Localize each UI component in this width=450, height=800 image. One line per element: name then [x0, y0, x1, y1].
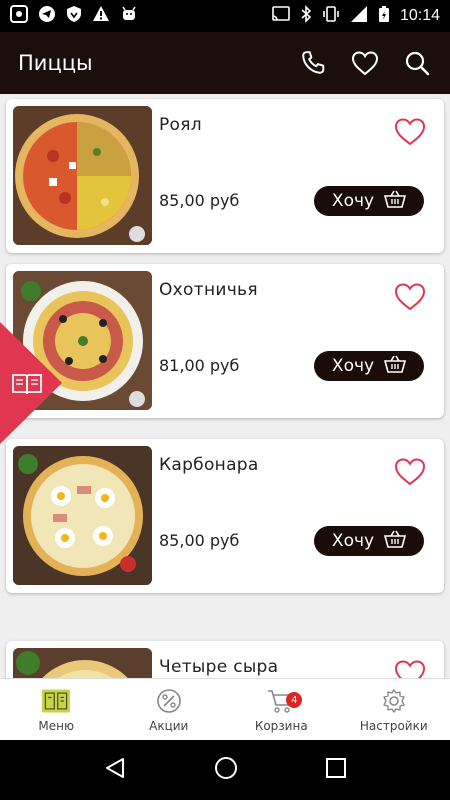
bluetooth-icon	[300, 5, 312, 27]
status-bar: 10:14	[0, 0, 450, 32]
warning-icon	[92, 5, 110, 27]
system-nav-bar	[0, 740, 450, 800]
home-icon[interactable]	[213, 755, 239, 785]
product-list[interactable]: Роял 85,00 руб Хочу Охотничья 81,00 руб …	[0, 94, 450, 678]
phone-icon[interactable]	[298, 48, 328, 78]
product-card[interactable]: Охотничья 81,00 руб Хочу	[6, 264, 444, 418]
nav-item-settings[interactable]: Настройки	[338, 679, 450, 740]
side-menu-tab[interactable]	[0, 322, 62, 444]
app-bar: Пиццы	[0, 32, 450, 94]
cart-badge: 4	[286, 692, 303, 708]
status-time: 10:14	[399, 7, 440, 24]
basket-icon	[384, 355, 407, 378]
want-button-label: Хочу	[331, 356, 375, 376]
shield-icon	[66, 5, 82, 27]
favorites-heart-icon[interactable]	[350, 48, 380, 78]
want-button[interactable]: Хочу	[314, 526, 424, 556]
want-button[interactable]: Хочу	[314, 351, 424, 381]
android-icon	[120, 5, 138, 27]
product-name: Карбонара	[159, 455, 259, 475]
bottom-nav: Меню Акции 4 Корзина Настройки	[0, 678, 450, 740]
product-price: 85,00 руб	[159, 531, 240, 550]
product-name: Четыре сыра	[159, 657, 279, 677]
cart-icon: 4	[266, 686, 303, 716]
nav-label: Меню	[38, 719, 75, 733]
heart-icon[interactable]	[394, 282, 426, 312]
product-name: Роял	[159, 115, 202, 135]
battery-icon	[378, 5, 390, 27]
heart-icon[interactable]	[394, 659, 426, 678]
nav-item-menu[interactable]: Меню	[0, 679, 113, 740]
product-card[interactable]: Четыре сыра	[6, 641, 444, 678]
screenshot-icon	[10, 5, 28, 27]
want-button-label: Хочу	[331, 191, 375, 211]
nav-item-promotions[interactable]: Акции	[113, 679, 226, 740]
menu-book-icon	[12, 373, 42, 399]
product-price: 81,00 руб	[159, 356, 240, 375]
pizza-image	[13, 106, 152, 245]
nav-label: Настройки	[359, 719, 428, 733]
nav-label: Корзина	[254, 719, 308, 733]
nav-label: Акции	[149, 719, 189, 733]
heart-icon[interactable]	[394, 457, 426, 487]
gear-icon	[379, 686, 409, 716]
back-icon[interactable]	[103, 756, 127, 784]
product-name: Охотничья	[159, 280, 258, 300]
heart-icon[interactable]	[394, 117, 426, 147]
discount-icon	[154, 686, 184, 716]
menu-book-icon	[41, 686, 71, 716]
product-card[interactable]: Роял 85,00 руб Хочу	[6, 99, 444, 253]
telegram-icon	[38, 5, 56, 27]
page-title: Пиццы	[18, 51, 93, 75]
signal-icon	[350, 5, 368, 27]
cast-icon	[272, 6, 290, 26]
basket-icon	[384, 190, 407, 213]
recents-icon[interactable]	[325, 757, 347, 783]
search-icon[interactable]	[402, 48, 432, 78]
product-card[interactable]: Карбонара 85,00 руб Хочу	[6, 439, 444, 593]
basket-icon	[384, 530, 407, 553]
want-button[interactable]: Хочу	[314, 186, 424, 216]
pizza-image	[13, 648, 152, 678]
want-button-label: Хочу	[331, 531, 375, 551]
product-price: 85,00 руб	[159, 191, 240, 210]
nav-item-cart[interactable]: 4 Корзина	[225, 679, 338, 740]
pizza-image	[13, 446, 152, 585]
vibrate-icon	[322, 5, 340, 27]
